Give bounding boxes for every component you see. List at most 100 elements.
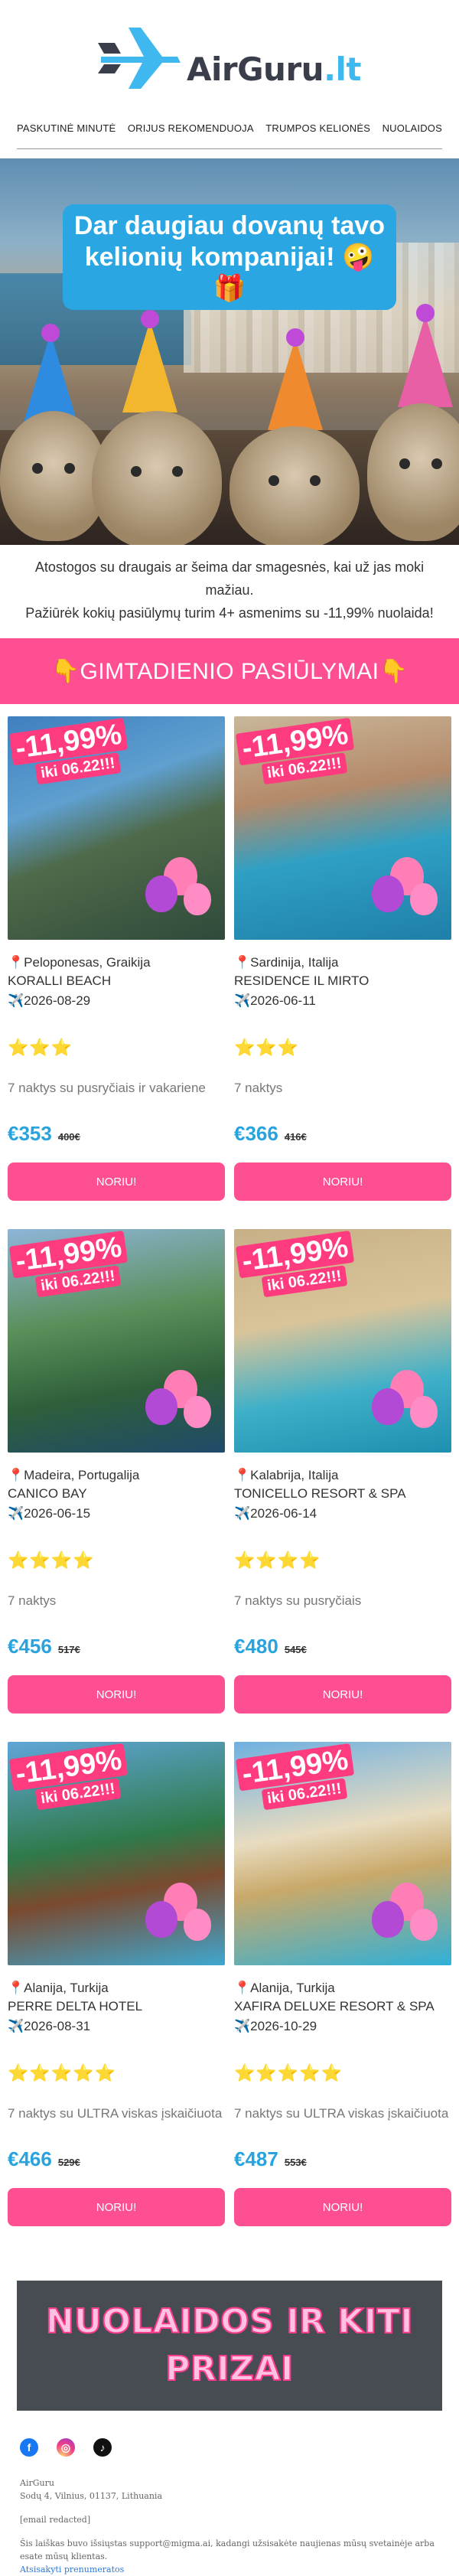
- party-hat-icon: [398, 315, 453, 407]
- cat-face-image: [230, 426, 360, 545]
- instagram-icon[interactable]: ◎: [57, 2438, 75, 2457]
- offer-price: €487: [234, 2147, 278, 2170]
- nav-divider: [17, 148, 442, 149]
- offer-hotel-name[interactable]: CANICO BAY: [8, 1486, 225, 1502]
- cat-face-image: [367, 403, 459, 541]
- hotel-photo[interactable]: -11,99% iki 06.22!!!: [234, 1229, 451, 1453]
- balloons-icon: [372, 1370, 441, 1439]
- nav-discounts[interactable]: NUOLAIDOS: [382, 122, 442, 134]
- offer-location: 📍Peloponesas, Graikija: [8, 955, 151, 970]
- balloons-icon: [372, 1883, 441, 1952]
- offer-price: €466: [8, 2147, 52, 2170]
- party-hat-icon: [268, 338, 323, 430]
- offer-nights: 7 naktys su ULTRA viskas įskaičiuota: [234, 2106, 449, 2121]
- balloons-icon: [145, 1883, 214, 1952]
- want-button[interactable]: NORIU!: [8, 2188, 225, 2226]
- balloons-icon: [145, 1370, 214, 1439]
- offer-star-rating: ⭐⭐⭐: [8, 1038, 73, 1057]
- offer-price: €366: [234, 1122, 278, 1145]
- cat-face-image: [92, 411, 222, 545]
- discount-badge: -11,99% iki 06.22!!!: [235, 1743, 358, 1813]
- party-hat-icon: [122, 321, 177, 412]
- airguru-logo[interactable]: AirGuru.lt: [97, 23, 362, 92]
- offer-card: -11,99% iki 06.22!!! 📍Sardinija, Italija…: [234, 716, 451, 1211]
- offer-card: -11,99% iki 06.22!!! 📍Peloponesas, Graik…: [8, 716, 225, 1211]
- discount-badge: -11,99% iki 06.22!!!: [235, 717, 358, 787]
- offer-location: 📍Alanija, Turkija: [8, 1981, 109, 1995]
- offer-old-price: 545€: [284, 1644, 307, 1655]
- offer-old-price: 517€: [57, 1644, 80, 1655]
- offer-old-price: 416€: [284, 1131, 307, 1143]
- offer-price-row: €480 545€: [234, 1635, 451, 1658]
- footer: AirGuru Sodų 4, Vilnius, 01137, Lithuani…: [0, 2457, 459, 2576]
- hotel-photo[interactable]: -11,99% iki 06.22!!!: [8, 1742, 225, 1965]
- offer-price-row: €366 416€: [234, 1122, 451, 1146]
- want-button[interactable]: NORIU!: [234, 1675, 451, 1714]
- unsubscribe-link[interactable]: Atsisakyti prenumeratos: [20, 2565, 124, 2574]
- offer-hotel-name[interactable]: RESIDENCE IL MIRTO: [234, 973, 451, 989]
- offer-departure-date: ✈️2026-08-31: [8, 2019, 91, 2033]
- nav-short-trips[interactable]: TRUMPOS KELIONĖS: [265, 122, 370, 134]
- offer-location: 📍Alanija, Turkija: [234, 1981, 335, 1995]
- hotel-photo[interactable]: -11,99% iki 06.22!!!: [234, 1742, 451, 1965]
- offer-star-rating: ⭐⭐⭐⭐: [8, 1550, 95, 1570]
- offer-hotel-name[interactable]: KORALLI BEACH: [8, 973, 225, 989]
- footer-address: Sodų 4, Vilnius, 01137, Lithuania: [20, 2491, 163, 2501]
- want-button[interactable]: NORIU!: [234, 2188, 451, 2226]
- facebook-icon[interactable]: f: [20, 2438, 38, 2457]
- offer-departure-date: ✈️2026-06-11: [234, 993, 316, 1008]
- promo-banner[interactable]: NUOLAIDOS IR KITI PRIZAI: [17, 2281, 442, 2411]
- offer-departure-date: ✈️2026-08-29: [8, 993, 91, 1008]
- offer-star-rating: ⭐⭐⭐⭐: [234, 1550, 321, 1570]
- offer-price: €353: [8, 1122, 52, 1145]
- offer-nights: 7 naktys su pusryčiais ir vakariene: [8, 1081, 206, 1095]
- offer-hotel-name[interactable]: TONICELLO RESORT & SPA: [234, 1486, 451, 1502]
- offer-star-rating: ⭐⭐⭐⭐⭐: [8, 2063, 116, 2082]
- nav-last-minute[interactable]: PASKUTINĖ MINUTĖ: [17, 122, 116, 134]
- offer-departure-date: ✈️2026-10-29: [234, 2019, 317, 2033]
- offers-grid: -11,99% iki 06.22!!! 📍Peloponesas, Graik…: [0, 704, 459, 2236]
- offer-price-row: €353 400€: [8, 1122, 225, 1146]
- offer-price: €456: [8, 1635, 52, 1658]
- cat-face-image: [0, 411, 107, 541]
- discount-badge: -11,99% iki 06.22!!!: [8, 717, 132, 787]
- offer-card: -11,99% iki 06.22!!! 📍Kalabrija, Italija…: [234, 1229, 451, 1723]
- offer-nights: 7 naktys su pusryčiais: [234, 1593, 362, 1608]
- main-nav: PASKUTINĖ MINUTĖ ORIJUS REKOMENDUOJA TRU…: [0, 115, 459, 141]
- discount-badge: -11,99% iki 06.22!!!: [8, 1230, 132, 1300]
- offer-card: -11,99% iki 06.22!!! 📍Alanija, Turkija X…: [234, 1742, 451, 2236]
- offer-location: 📍Madeira, Portugalija: [8, 1468, 140, 1482]
- offer-star-rating: ⭐⭐⭐⭐⭐: [234, 2063, 343, 2082]
- hotel-photo[interactable]: -11,99% iki 06.22!!!: [8, 1229, 225, 1453]
- offer-price-row: €487 553€: [234, 2147, 451, 2171]
- brand-name: AirGuru.lt: [186, 51, 362, 88]
- offer-price: €480: [234, 1635, 278, 1658]
- hero-image[interactable]: Dar daugiau dovanų tavo kelionių kompani…: [0, 158, 459, 545]
- offer-card: -11,99% iki 06.22!!! 📍Alanija, Turkija P…: [8, 1742, 225, 2236]
- offer-hotel-name[interactable]: XAFIRA DELUXE RESORT & SPA: [234, 1999, 451, 2014]
- hero-banner: Dar daugiau dovanų tavo kelionių kompani…: [63, 204, 396, 311]
- tiktok-icon[interactable]: ♪: [93, 2438, 112, 2457]
- offer-nights: 7 naktys: [234, 1081, 283, 1095]
- hotel-photo[interactable]: -11,99% iki 06.22!!!: [8, 716, 225, 940]
- hotel-photo[interactable]: -11,99% iki 06.22!!!: [234, 716, 451, 940]
- nav-recommended[interactable]: ORIJUS REKOMENDUOJA: [128, 122, 254, 134]
- want-button[interactable]: NORIU!: [8, 1162, 225, 1201]
- footer-notice: Šis laiškas buvo išsiųstas support@migma…: [20, 2539, 435, 2561]
- offer-location: 📍Kalabrija, Italija: [234, 1468, 339, 1482]
- offer-price-row: €456 517€: [8, 1635, 225, 1658]
- airplane-icon: [97, 28, 181, 89]
- want-button[interactable]: NORIU!: [234, 1162, 451, 1201]
- intro-text: Atostogos su draugais ar šeima dar smage…: [25, 559, 434, 621]
- footer-company: AirGuru: [20, 2478, 54, 2488]
- offer-nights: 7 naktys su ULTRA viskas įskaičiuota: [8, 2106, 223, 2121]
- want-button[interactable]: NORIU!: [8, 1675, 225, 1714]
- offer-card: -11,99% iki 06.22!!! 📍Madeira, Portugali…: [8, 1229, 225, 1723]
- discount-badge: -11,99% iki 06.22!!!: [235, 1230, 358, 1300]
- offer-hotel-name[interactable]: PERRE DELTA HOTEL: [8, 1999, 225, 2014]
- offer-departure-date: ✈️2026-06-14: [234, 1506, 317, 1521]
- offer-star-rating: ⭐⭐⭐: [234, 1038, 300, 1057]
- offer-old-price: 400€: [57, 1131, 80, 1143]
- offer-old-price: 553€: [284, 2157, 307, 2168]
- offer-price-row: €466 529€: [8, 2147, 225, 2171]
